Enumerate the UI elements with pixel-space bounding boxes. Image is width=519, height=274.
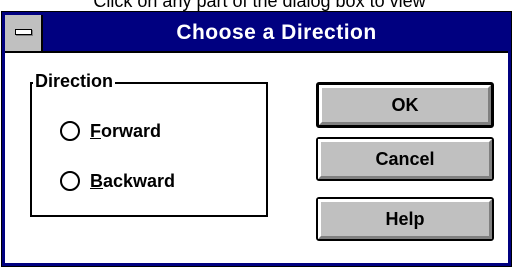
page-caption: Click on any part of the dialog box to v… (93, 0, 426, 11)
system-menu-button[interactable] (5, 15, 43, 51)
radio-forward[interactable]: Forward (60, 116, 161, 146)
system-menu-icon (15, 29, 32, 35)
direction-groupbox (30, 82, 268, 217)
radio-forward-label-rest: orward (101, 120, 162, 141)
radio-forward-circle[interactable] (60, 121, 80, 141)
direction-group-label: Direction (33, 69, 116, 93)
ok-button-label: OK (319, 85, 491, 125)
radio-backward-label[interactable]: Backward (90, 171, 175, 192)
radio-forward-mnemonic: F (90, 120, 101, 141)
ok-button[interactable]: OK (316, 82, 494, 128)
help-button-label: Help (318, 199, 492, 239)
radio-backward-mnemonic: B (90, 170, 103, 191)
radio-backward-label-rest: ackward (103, 170, 176, 191)
cancel-button-label: Cancel (318, 139, 492, 179)
cancel-button[interactable]: Cancel (316, 137, 494, 181)
radio-backward[interactable]: Backward (60, 166, 175, 196)
dialog-title: Choose a Direction (176, 21, 377, 44)
radio-backward-circle[interactable] (60, 171, 80, 191)
help-button[interactable]: Help (316, 197, 494, 241)
title-bar: Choose a Direction (5, 15, 508, 53)
radio-forward-label[interactable]: Forward (90, 121, 161, 142)
